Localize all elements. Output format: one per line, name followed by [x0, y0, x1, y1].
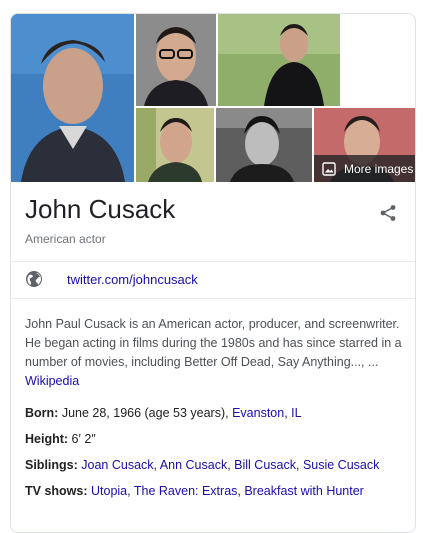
- sibling-link[interactable]: Ann Cusack: [160, 458, 227, 472]
- tv-show-link[interactable]: Utopia: [91, 484, 127, 498]
- photo-main[interactable]: [11, 14, 134, 182]
- facts-list: Born: June 28, 1966 (age 53 years), Evan…: [25, 404, 410, 508]
- fact-siblings: Siblings: Joan Cusack, Ann Cusack, Bill …: [25, 458, 380, 472]
- photo-glasses[interactable]: [136, 14, 216, 106]
- fact-tv-shows: TV shows: Utopia, The Raven: Extras, Bre…: [25, 484, 364, 498]
- divider: [11, 298, 415, 299]
- sibling-link[interactable]: Joan Cusack: [81, 458, 153, 472]
- description: John Paul Cusack is an American actor, p…: [25, 315, 405, 391]
- fact-label: Height:: [25, 432, 69, 446]
- title-row: John Cusack: [25, 194, 401, 224]
- divider: [11, 261, 415, 262]
- entity-subtitle: American actor: [25, 232, 106, 246]
- tv-show-link[interactable]: The Raven: Extras: [134, 484, 238, 498]
- fact-value: June 28, 1966 (age 53 years),: [61, 406, 229, 420]
- share-icon[interactable]: [379, 204, 397, 222]
- image-gallery: More images: [11, 14, 415, 182]
- twitter-link[interactable]: twitter.com/johncusack: [67, 272, 198, 287]
- fact-born: Born: June 28, 1966 (age 53 years), Evan…: [25, 404, 410, 430]
- image-icon: [322, 161, 336, 176]
- tv-show-link[interactable]: Breakfast with Hunter: [244, 484, 364, 498]
- fact-label: Siblings:: [25, 458, 78, 472]
- birthplace-link[interactable]: Evanston, IL: [232, 406, 302, 420]
- entity-title: John Cusack: [25, 194, 176, 224]
- knowledge-panel: More images John Cusack American actor t…: [10, 13, 416, 533]
- sibling-link[interactable]: Susie Cusack: [303, 458, 379, 472]
- fact-label: Born:: [25, 406, 59, 420]
- globe-icon: [26, 271, 42, 287]
- fact-height: Height: 6′ 2″: [25, 430, 410, 456]
- photo-bw[interactable]: [216, 108, 312, 182]
- photo-green[interactable]: [136, 108, 214, 182]
- description-text: John Paul Cusack is an American actor, p…: [25, 317, 402, 369]
- fact-label: TV shows:: [25, 484, 88, 498]
- social-profile-row: twitter.com/johncusack: [25, 270, 198, 288]
- more-images-button[interactable]: More images: [314, 155, 415, 182]
- wikipedia-link[interactable]: Wikipedia: [25, 374, 79, 388]
- photo-outdoor[interactable]: [218, 14, 340, 106]
- more-images-label: More images: [344, 161, 414, 176]
- sibling-link[interactable]: Bill Cusack: [234, 458, 296, 472]
- fact-value: 6′ 2″: [71, 432, 96, 446]
